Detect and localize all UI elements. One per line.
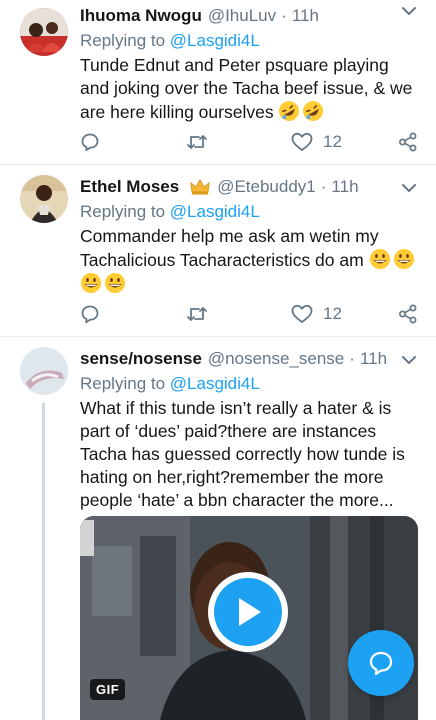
tweet-actions: 12	[80, 129, 420, 155]
compose-button[interactable]	[348, 630, 414, 696]
heart-icon	[291, 304, 313, 323]
tweet-actions: 12	[80, 301, 420, 327]
rolling-on-floor-laughing-icon	[303, 101, 324, 121]
author-handle[interactable]: @nosense_sense	[208, 349, 344, 369]
like-count: 12	[323, 132, 342, 151]
play-button[interactable]	[208, 572, 288, 652]
like-button[interactable]: 12	[291, 129, 342, 155]
timestamp[interactable]: 11h	[360, 349, 387, 369]
timestamp[interactable]: 11h	[331, 177, 358, 197]
timestamp[interactable]: 11h	[292, 6, 319, 26]
grinning-face-icon	[105, 273, 125, 293]
like-count: 12	[323, 304, 342, 323]
crown-icon	[190, 178, 210, 195]
replying-prefix: Replying to	[80, 31, 170, 50]
retweet-icon	[187, 307, 207, 321]
grinning-face-icon	[369, 249, 390, 269]
avatar[interactable]	[20, 8, 68, 56]
chevron-down-icon[interactable]	[402, 355, 416, 365]
separator-dot: ·	[281, 6, 287, 25]
reply-button[interactable]	[80, 129, 100, 155]
play-icon	[239, 598, 261, 626]
replying-to: Replying to @Lasgidi4L	[80, 374, 260, 394]
reply-icon	[81, 133, 99, 152]
retweet-button[interactable]	[186, 301, 208, 327]
reply-target-link[interactable]: @Lasgidi4L	[170, 202, 260, 221]
author-handle[interactable]: @IhuLuv	[208, 6, 276, 26]
share-button[interactable]	[398, 301, 418, 327]
avatar-image	[20, 175, 68, 223]
author-handle[interactable]: @Etebuddy1	[217, 177, 316, 197]
replying-to: Replying to @Lasgidi4L	[80, 202, 260, 222]
compose-icon	[369, 651, 393, 676]
reply-target-link[interactable]: @Lasgidi4L	[170, 374, 260, 393]
rolling-on-floor-laughing-icon	[279, 101, 300, 121]
retweet-icon	[187, 135, 207, 149]
share-icon	[399, 304, 417, 324]
separator-dot: ·	[320, 177, 327, 196]
avatar[interactable]	[20, 347, 68, 395]
author-name[interactable]: Ihuoma Nwogu	[80, 6, 202, 26]
replying-to: Replying to @Lasgidi4L	[80, 31, 260, 51]
tweet-1[interactable]: Ihuoma Nwogu @IhuLuv · 11h Replying to @…	[0, 0, 436, 164]
gif-badge: GIF	[90, 679, 126, 700]
like-button[interactable]: 12	[291, 301, 342, 327]
tweet-text-content: Tunde Ednut and Peter psquare playing an…	[80, 55, 413, 122]
tweet-text: Tunde Ednut and Peter psquare playing an…	[80, 54, 418, 124]
avatar[interactable]	[20, 175, 68, 223]
chevron-down-icon[interactable]	[402, 183, 416, 193]
author-name[interactable]: sense/nosense	[80, 349, 202, 369]
reply-target-link[interactable]: @Lasgidi4L	[170, 31, 260, 50]
reply-icon	[81, 305, 99, 324]
replying-prefix: Replying to	[80, 202, 170, 221]
share-icon	[399, 132, 417, 152]
author-name[interactable]: Ethel Moses	[80, 177, 179, 197]
grinning-face-icon	[81, 273, 101, 293]
replying-prefix: Replying to	[80, 374, 170, 393]
avatar-image	[20, 8, 68, 56]
share-button[interactable]	[398, 129, 418, 155]
tweet-text: Commander help me ask am wetin my Tachal…	[80, 225, 418, 296]
separator-dot: ·	[349, 349, 355, 368]
tweet-text-content: Commander help me ask am wetin my Tachal…	[80, 226, 379, 270]
retweet-button[interactable]	[186, 129, 208, 155]
grinning-face-icon	[393, 249, 414, 269]
heart-icon	[291, 132, 313, 151]
tweet-text: What if this tunde isn’t really a hater …	[80, 398, 405, 510]
tweet-2[interactable]: Ethel Moses @Etebuddy1 · 11h Replying to…	[0, 165, 436, 336]
chevron-down-icon[interactable]	[402, 6, 416, 16]
thread-line	[42, 403, 45, 720]
reply-button[interactable]	[80, 301, 100, 327]
avatar-image	[20, 347, 68, 395]
